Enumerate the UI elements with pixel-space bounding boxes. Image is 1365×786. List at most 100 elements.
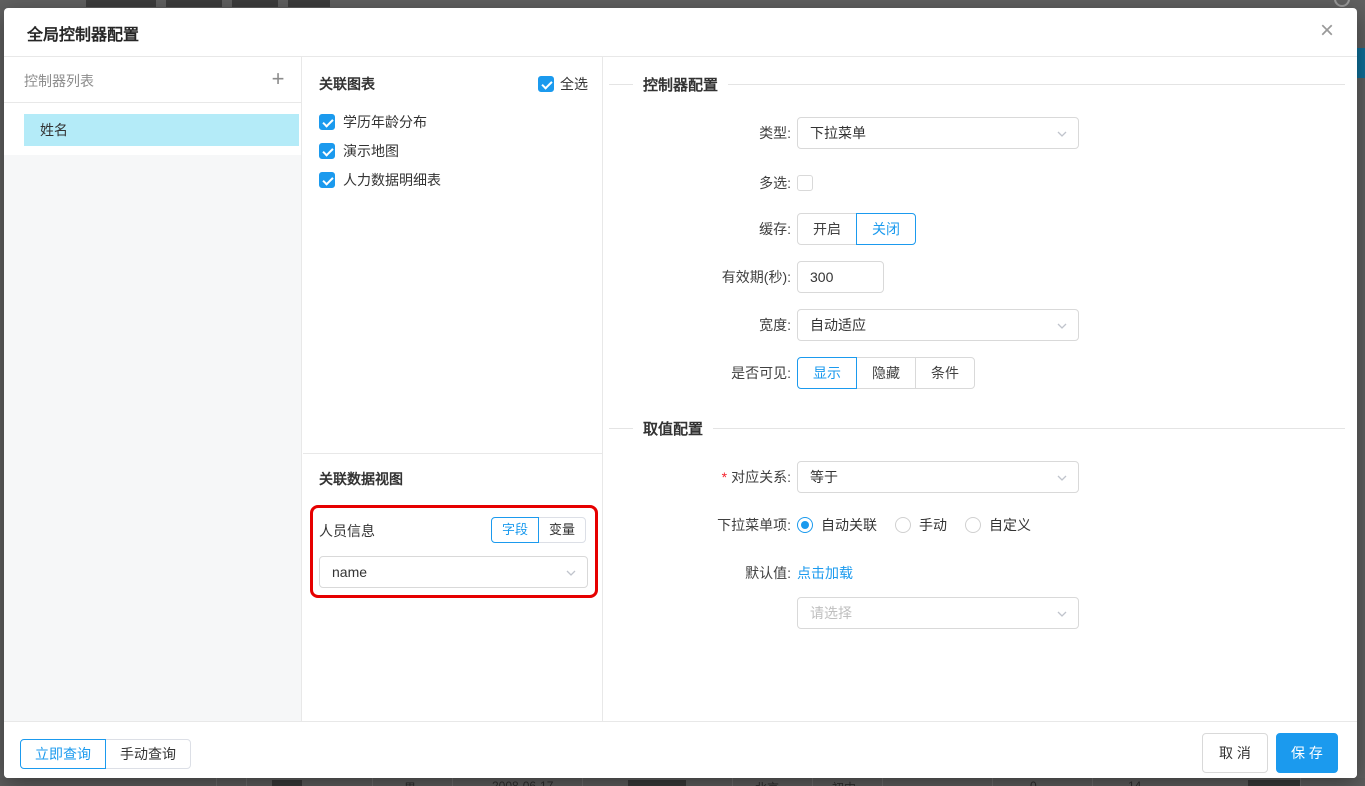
width-select-value: 自动适应 [810,317,866,333]
ttl-label: 有效期(秒): [604,267,791,287]
visible-show-button[interactable]: 显示 [797,357,857,389]
chart-checkbox[interactable] [319,172,335,188]
controller-config-panel: 控制器配置 类型: 下拉菜单 多选: [604,57,1357,721]
linked-charts-panel: 关联图表 全选 学历年龄分布 演示地图 人 [303,57,603,721]
controller-list-item-selected[interactable]: 姓名 [24,114,299,146]
chevron-down-icon [1056,320,1068,332]
width-select[interactable]: 自动适应 [797,309,1079,341]
add-controller-icon[interactable]: + [263,65,293,95]
query-manual-button[interactable]: 手动查询 [105,739,191,769]
backdrop-text-fragment [1248,780,1300,786]
controller-list-header: 控制器列表 + [4,57,301,103]
load-default-link[interactable]: 点击加载 [797,563,853,583]
backdrop-text-fragment: 0 [1030,779,1037,786]
radio-icon[interactable] [797,517,813,533]
type-select[interactable]: 下拉菜单 [797,117,1079,149]
backdrop-text-fragment: 初中 [832,779,856,786]
backdrop-text-fragment [86,0,156,7]
relation-label: *对应关系: [604,467,791,487]
radio-icon[interactable] [965,517,981,533]
chevron-down-icon [1056,128,1068,140]
section-value-config: 取值配置 [609,420,1345,436]
multi-row: 多选: [604,175,813,191]
width-label: 宽度: [604,315,791,335]
panel-divider [303,453,602,454]
cancel-button[interactable]: 取 消 [1202,733,1268,773]
menu-items-row: 下拉菜单项: 自动关联 手动 自定义 [604,517,1049,533]
chart-label: 人力数据明细表 [343,170,441,190]
visible-button-group: 显示 隐藏 条件 [797,357,975,389]
close-icon[interactable]: × [1311,16,1343,48]
ttl-row: 有效期(秒): 300 [604,261,884,293]
cache-off-button[interactable]: 关闭 [856,213,916,245]
radio-label: 自定义 [989,515,1031,535]
linked-charts-title: 关联图表 [319,74,375,94]
backdrop-table-row: 男 2008-06-17 北京 初中 0 14 [0,778,1365,786]
menu-items-label: 下拉菜单项: [604,515,791,535]
query-now-button[interactable]: 立即查询 [20,739,106,769]
select-all-checkbox[interactable] [538,76,554,92]
radio-custom[interactable]: 自定义 [965,515,1031,535]
linked-chart-item[interactable]: 人力数据明细表 [319,172,592,188]
select-all-control[interactable]: 全选 [538,74,588,94]
visible-cond-button[interactable]: 条件 [915,357,975,389]
backdrop-text-fragment: 男 [404,779,416,786]
default-value-label: 默认值: [604,563,791,583]
radio-manual[interactable]: 手动 [895,515,947,535]
cache-row: 缓存: 开启 关闭 [604,213,916,245]
cache-button-group: 开启 关闭 [797,213,916,245]
linked-chart-item[interactable]: 演示地图 [319,143,592,159]
backdrop-text-fragment: 北京 [755,779,779,786]
save-button[interactable]: 保 存 [1276,733,1338,773]
radio-auto-link[interactable]: 自动关联 [797,515,877,535]
backdrop-text-fragment: 14 [1128,779,1141,786]
chart-label: 演示地图 [343,141,399,161]
backdrop-text-fragment: 2008-06-17 [492,779,553,786]
chevron-down-icon [1056,608,1068,620]
multi-label: 多选: [604,173,791,193]
screen: 男 2008-06-17 北京 初中 0 14 全局控制器配置 × 控制器列表 … [0,0,1365,786]
backdrop-text-fragment [166,0,222,7]
radio-icon[interactable] [895,517,911,533]
type-row: 类型: 下拉菜单 [604,117,1079,149]
visible-hide-button[interactable]: 隐藏 [856,357,916,389]
default-value-row: 默认值: 点击加载 [604,565,853,581]
radio-label: 手动 [919,515,947,535]
chart-checkbox[interactable] [319,143,335,159]
relation-row: *对应关系: 等于 [604,461,1079,493]
backdrop-text-fragment [272,780,302,786]
linked-chart-item[interactable]: 学历年龄分布 [319,114,592,130]
linked-charts-list: 学历年龄分布 演示地图 人力数据明细表 [319,114,592,201]
cache-label: 缓存: [604,219,791,239]
radio-label: 自动关联 [821,515,877,535]
linked-dataview-title: 关联数据视图 [319,469,403,489]
cache-on-button[interactable]: 开启 [797,213,857,245]
controller-list: 姓名 [4,103,301,155]
default-value-select[interactable]: 请选择 [797,597,1079,629]
multi-checkbox[interactable] [797,175,813,191]
ttl-input[interactable]: 300 [797,261,884,293]
backdrop-text-fragment [288,0,330,7]
chart-checkbox[interactable] [319,114,335,130]
default-select-row: 请选择 [604,597,1079,629]
section-title: 控制器配置 [633,74,728,95]
type-label: 类型: [604,123,791,143]
default-select-placeholder: 请选择 [810,605,852,621]
field-select[interactable]: name [319,556,588,588]
field-variable-toggle: 字段 变量 [491,517,586,543]
required-mark: * [722,469,727,485]
section-controller-config: 控制器配置 [609,76,1345,92]
mode-field-button[interactable]: 字段 [491,517,539,543]
controller-list-title: 控制器列表 [24,71,94,91]
chevron-down-icon [565,567,577,579]
mode-variable-button[interactable]: 变量 [538,517,586,543]
dialog-body: 控制器列表 + 姓名 关联图表 全选 学历年龄分布 [4,57,1357,721]
global-controller-config-dialog: 全局控制器配置 × 控制器列表 + 姓名 关联图表 全选 [4,8,1357,778]
section-title: 取值配置 [633,418,713,439]
width-row: 宽度: 自动适应 [604,309,1079,341]
relation-select[interactable]: 等于 [797,461,1079,493]
dialog-footer: 立即查询 手动查询 取 消 保 存 [4,721,1357,778]
query-mode-group: 立即查询 手动查询 [20,739,191,769]
controller-list-panel: 控制器列表 + 姓名 [4,57,302,721]
select-all-label: 全选 [560,74,588,94]
